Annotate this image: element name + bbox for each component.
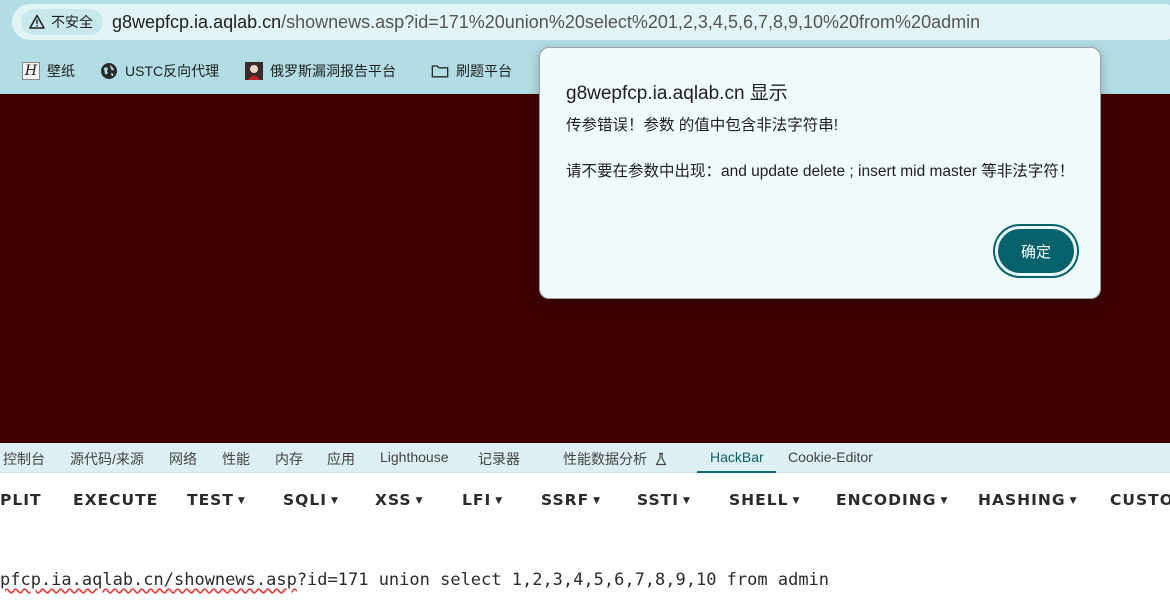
caret-down-icon: ▼ — [495, 496, 504, 506]
bookmark-practice-platform[interactable]: 刷题平台 — [431, 59, 512, 83]
bookmark-label: 壁纸 — [47, 63, 75, 79]
caret-down-icon: ▼ — [415, 496, 424, 506]
url-field[interactable]: 不安全 g8wepfcp.ia.aqlab.cn/shownews.asp?id… — [12, 4, 1170, 40]
caret-down-icon: ▼ — [940, 496, 949, 506]
lfi-label: LFI — [462, 491, 492, 509]
url-path: /shownews.asp?id=171%20union%20select%20… — [281, 12, 981, 32]
hackbar-url-input[interactable]: pfcp.ia.aqlab.cn/shownews.asp?id=171 uni… — [0, 570, 829, 590]
tab-cookie-editor[interactable]: Cookie-Editor — [788, 449, 873, 465]
flask-icon — [655, 452, 666, 466]
caret-down-icon: ▼ — [593, 496, 602, 506]
url-host: g8wepfcp.ia.aqlab.cn — [112, 12, 282, 32]
tab-recorder[interactable]: 记录器 — [478, 449, 520, 469]
shell-menu[interactable]: SHELL ▼ — [729, 491, 800, 509]
tab-application[interactable]: 应用 — [327, 449, 355, 469]
bookmark-label: USTC反向代理 — [125, 63, 220, 79]
hashing-label: HASHING — [978, 491, 1066, 509]
test-menu[interactable]: TEST ▼ — [187, 491, 246, 509]
h-logo-icon: H — [22, 62, 40, 80]
split-button[interactable]: PLIT — [0, 491, 42, 509]
xss-menu[interactable]: XSS ▼ — [375, 491, 424, 509]
security-label: 不安全 — [51, 14, 93, 30]
caret-down-icon: ▼ — [682, 496, 691, 506]
tab-network[interactable]: 网络 — [169, 449, 197, 469]
alert-dialog: g8wepfcp.ia.aqlab.cn 显示 传参错误！参数 的值中包含非法字… — [539, 47, 1101, 299]
url-spellchecked-part: pfcp.ia.aqlab.cn/shownews.asp — [0, 570, 297, 590]
ssrf-label: SSRF — [541, 491, 590, 509]
hackbar-toolbar: PLIT EXECUTE TEST ▼ SQLI ▼ XSS ▼ LFI ▼ SSRF ▼… — [0, 473, 1170, 529]
bookmark-label: 俄罗斯漏洞报告平台 — [270, 63, 396, 79]
ssrf-menu[interactable]: SSRF ▼ — [541, 491, 601, 509]
tab-sources[interactable]: 源代码/来源 — [70, 449, 144, 469]
globe-icon — [101, 63, 117, 79]
url-text: g8wepfcp.ia.aqlab.cn/shownews.asp?id=171… — [112, 12, 980, 33]
test-label: TEST — [187, 491, 234, 509]
tab-lighthouse[interactable]: Lighthouse — [380, 449, 449, 465]
bookmark-label: 刷题平台 — [456, 63, 512, 79]
custom-menu[interactable]: CUSTOM — [1110, 491, 1170, 509]
avatar-icon — [245, 62, 263, 80]
sqli-label: SQLI — [283, 491, 327, 509]
caret-down-icon: ▼ — [1069, 496, 1078, 506]
encoding-menu[interactable]: ENCODING ▼ — [836, 491, 948, 509]
execute-button[interactable]: EXECUTE — [73, 491, 158, 509]
dialog-message-error: 传参错误！参数 的值中包含非法字符串! — [566, 117, 839, 134]
hashing-menu[interactable]: HASHING ▼ — [978, 491, 1078, 509]
devtools-tab-bar: 控制台 源代码/来源 网络 性能 内存 应用 Lighthouse 记录器 性能… — [0, 443, 1170, 473]
address-bar: 不安全 g8wepfcp.ia.aqlab.cn/shownews.asp?id… — [0, 0, 1170, 47]
lfi-menu[interactable]: LFI ▼ — [462, 491, 503, 509]
shell-label: SHELL — [729, 491, 789, 509]
folder-icon — [431, 65, 449, 78]
bookmark-wallpaper[interactable]: H 壁纸 — [22, 59, 75, 83]
security-indicator[interactable]: 不安全 — [21, 9, 103, 35]
tab-performance-insights[interactable]: 性能数据分析 — [563, 449, 668, 469]
dialog-message-hint: 请不要在参数中出现：and update delete ; insert mid… — [566, 163, 1075, 180]
caret-down-icon: ▼ — [792, 496, 801, 506]
url-query-part: ?id=171 union select 1,2,3,4,5,6,7,8,9,1… — [296, 570, 830, 590]
xss-label: XSS — [375, 491, 412, 509]
sqli-menu[interactable]: SQLI ▼ — [283, 491, 339, 509]
tab-console[interactable]: 控制台 — [3, 449, 45, 469]
tab-performance-insights-label: 性能数据分析 — [563, 451, 647, 467]
tab-hackbar[interactable]: HackBar — [710, 449, 764, 465]
dialog-title: g8wepfcp.ia.aqlab.cn 显示 — [566, 83, 788, 104]
bookmark-ustc-proxy[interactable]: USTC反向代理 — [100, 59, 219, 83]
warning-icon — [29, 14, 45, 29]
tab-performance[interactable]: 性能 — [222, 449, 250, 469]
ssti-label: SSTI — [637, 491, 679, 509]
tab-memory[interactable]: 内存 — [275, 449, 303, 469]
bookmark-russia-bugs[interactable]: 俄罗斯漏洞报告平台 — [245, 59, 396, 83]
encoding-label: ENCODING — [836, 491, 937, 509]
caret-down-icon: ▼ — [237, 496, 246, 506]
ssti-menu[interactable]: SSTI ▼ — [637, 491, 691, 509]
caret-down-icon: ▼ — [330, 496, 339, 506]
ok-button[interactable]: 确定 — [995, 226, 1077, 276]
